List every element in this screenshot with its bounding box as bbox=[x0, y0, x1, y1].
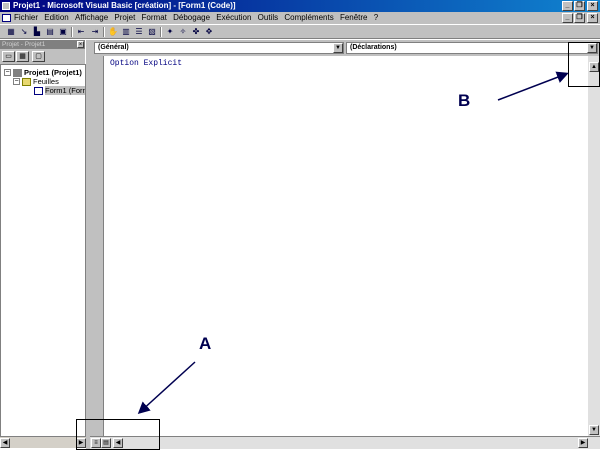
arrow-a bbox=[137, 361, 196, 415]
annotation-arrows bbox=[137, 71, 569, 415]
arrow-b bbox=[497, 71, 569, 101]
